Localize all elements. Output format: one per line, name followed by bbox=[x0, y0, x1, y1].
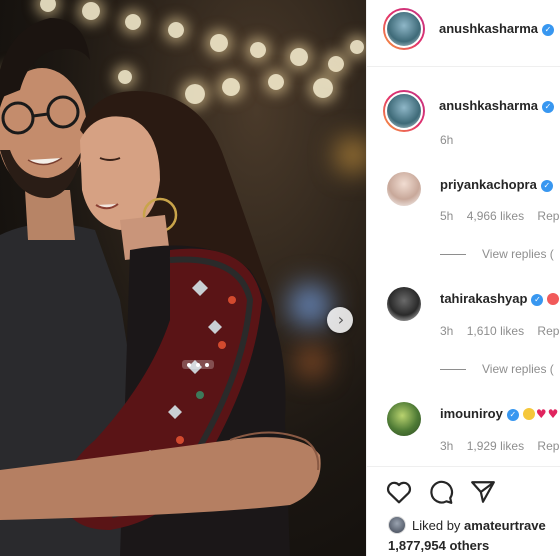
caption-avatar[interactable] bbox=[383, 90, 425, 132]
author-avatar[interactable] bbox=[383, 8, 425, 50]
comment-meta: 3h 1,929 likes Rep bbox=[440, 439, 560, 453]
comment-bubble-icon[interactable] bbox=[428, 479, 454, 505]
comment-likes[interactable]: 1,929 likes bbox=[467, 439, 524, 453]
liked-by-user[interactable]: amateurtrave bbox=[464, 518, 546, 533]
comment-username[interactable]: imouniroy bbox=[440, 406, 503, 421]
comment-likes[interactable]: 4,966 likes bbox=[467, 209, 524, 223]
liker-avatar[interactable] bbox=[388, 516, 406, 534]
verified-badge-icon: ✓ bbox=[542, 101, 554, 113]
header-divider bbox=[367, 66, 560, 67]
view-replies-label: View replies ( bbox=[482, 247, 554, 261]
comment-reply-button[interactable]: Rep bbox=[537, 439, 559, 453]
comment-meta: 5h 4,966 likes Rep bbox=[440, 209, 560, 223]
comment-likes[interactable]: 1,610 likes bbox=[467, 324, 524, 338]
liked-by-row: Liked by amateurtrave bbox=[388, 516, 546, 534]
post-photo: › bbox=[0, 0, 366, 556]
likes-count[interactable]: 1,877,954 others bbox=[388, 538, 489, 553]
carousel-indicator bbox=[182, 360, 214, 369]
comment-avatar[interactable] bbox=[387, 402, 421, 436]
heart-outline-icon[interactable] bbox=[386, 480, 412, 504]
verified-badge-icon: ✓ bbox=[531, 294, 544, 306]
comment-meta: 3h 1,610 likes Rep bbox=[440, 324, 560, 338]
comment-time[interactable]: 3h bbox=[440, 324, 453, 338]
comment-username[interactable]: tahirakashyap bbox=[440, 291, 527, 306]
comment-time[interactable]: 5h bbox=[440, 209, 453, 223]
view-replies-button[interactable]: View replies ( bbox=[440, 362, 554, 376]
carousel-next-button[interactable]: › bbox=[327, 307, 353, 333]
comment-avatar[interactable] bbox=[387, 172, 421, 206]
view-replies-line bbox=[440, 253, 466, 255]
view-replies-label: View replies ( bbox=[482, 362, 554, 376]
caption-time[interactable]: 6h bbox=[440, 133, 453, 147]
post-header-username-row: anushkasharma ✓ bbox=[439, 21, 554, 36]
caption-username-row: anushkasharma ✓ bbox=[439, 98, 554, 113]
comment-reply-button[interactable]: Rep bbox=[537, 324, 559, 338]
verified-badge-icon: ✓ bbox=[542, 24, 554, 36]
red-heart-emoji-icon: ♥ bbox=[547, 407, 559, 421]
likes-count-value: 1,877,954 others bbox=[388, 538, 490, 553]
comment-avatar[interactable] bbox=[387, 287, 421, 321]
view-replies-button[interactable]: View replies ( bbox=[440, 247, 554, 261]
post-actions bbox=[386, 479, 496, 505]
heart-eyes-emoji-icon bbox=[522, 408, 535, 420]
comment-username-row: imouniroy ✓ ♥♥ bbox=[440, 406, 558, 421]
actions-divider bbox=[367, 466, 560, 467]
paper-plane-icon[interactable] bbox=[470, 480, 496, 504]
couple-illustration bbox=[0, 18, 321, 556]
caption-username[interactable]: anushkasharma bbox=[439, 98, 538, 113]
view-replies-line bbox=[440, 368, 466, 370]
post-header-username[interactable]: anushkasharma bbox=[439, 21, 538, 36]
comment-username-row: tahirakashyap ✓ bbox=[440, 291, 560, 306]
red-heart-emoji-icon: ♥ bbox=[535, 407, 547, 421]
verified-badge-icon: ✓ bbox=[540, 180, 553, 192]
comments-panel: anushkasharma ✓ anushkasharma ✓ 6h priyank… bbox=[366, 0, 560, 556]
comment-time[interactable]: 3h bbox=[440, 439, 453, 453]
comment-username[interactable]: priyankachopra bbox=[440, 177, 537, 192]
comment-reply-button[interactable]: Rep bbox=[537, 209, 559, 223]
emoji-icon bbox=[547, 293, 560, 305]
liked-by-prefix: Liked by bbox=[412, 517, 461, 533]
verified-badge-icon: ✓ bbox=[506, 409, 519, 421]
chevron-right-icon: › bbox=[337, 310, 345, 329]
comment-username-row: priyankachopra ✓ bbox=[440, 177, 553, 192]
